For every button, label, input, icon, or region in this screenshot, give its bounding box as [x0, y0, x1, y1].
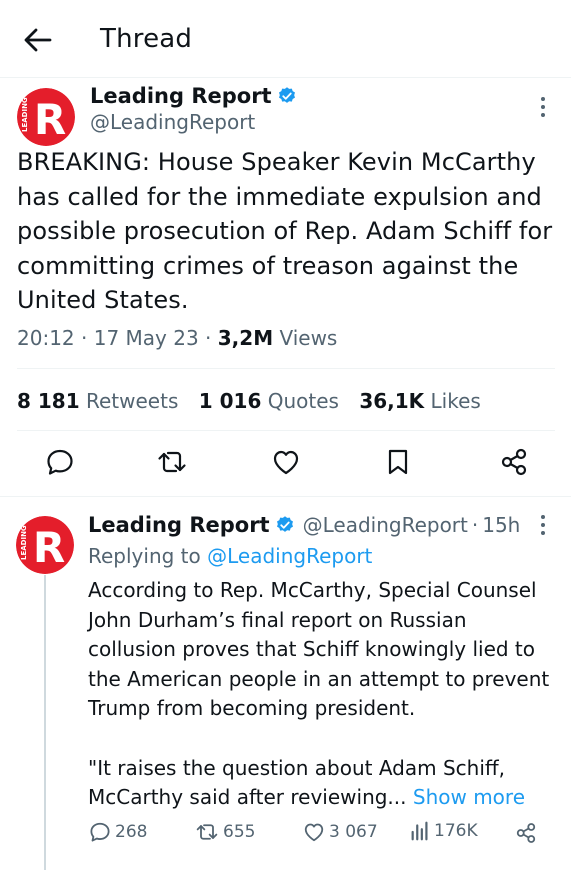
back-arrow-icon[interactable]: [22, 26, 52, 54]
share-icon[interactable]: [498, 446, 530, 478]
retweet-button[interactable]: 655: [194, 820, 255, 844]
views-count: 176K: [434, 821, 478, 841]
reply-age[interactable]: 15h: [482, 513, 520, 537]
views-button[interactable]: 176K: [409, 820, 478, 842]
divider: [17, 368, 555, 369]
replying-to: Replying to @LeadingReport: [88, 544, 372, 568]
verified-badge-icon: [278, 87, 295, 103]
author-name[interactable]: Leading Report: [90, 84, 272, 108]
avatar-letter: R: [34, 95, 66, 144]
reply-author-handle[interactable]: @LeadingReport: [303, 513, 468, 537]
bookmark-icon[interactable]: [382, 446, 414, 478]
thread-header: Thread: [0, 0, 571, 78]
views-count: 3,2M: [217, 326, 274, 350]
avatar-letter: R: [33, 523, 65, 572]
reply-button[interactable]: 268: [88, 820, 147, 844]
show-more-link[interactable]: Show more: [413, 785, 525, 809]
tweet-time[interactable]: 20:12: [17, 326, 75, 350]
like-button[interactable]: 3 067: [302, 820, 378, 844]
avatar[interactable]: R LEADING: [16, 516, 74, 574]
share-icon[interactable]: [514, 821, 538, 845]
avatar-logo-text: LEADING: [20, 525, 28, 560]
author-handle[interactable]: @LeadingReport: [90, 110, 255, 134]
avatar-logo-text: LEADING: [21, 97, 29, 132]
author-row: Leading Report: [90, 84, 297, 108]
verified-badge-icon: [276, 516, 293, 532]
avatar[interactable]: R LEADING: [17, 88, 75, 146]
views-label: Views: [279, 326, 338, 350]
tweet-action-bar: [0, 446, 571, 486]
quotes-label[interactable]: Quotes: [268, 389, 339, 413]
more-vertical-icon[interactable]: [540, 96, 546, 118]
reply-author-row: Leading Report @LeadingReport · 15h: [88, 513, 521, 537]
tweet-date[interactable]: 17 May 23: [94, 326, 199, 350]
like-icon: [304, 823, 324, 842]
tweet-text: BREAKING: House Speaker Kevin McCarthy h…: [17, 148, 553, 314]
reply-icon[interactable]: [44, 446, 76, 478]
likes-label[interactable]: Likes: [431, 389, 481, 413]
retweet-icon[interactable]: [156, 446, 188, 478]
tweet-meta: 20:12 · 17 May 23 · 3,2M Views: [17, 326, 338, 350]
replying-handle-link[interactable]: @LeadingReport: [207, 544, 372, 568]
reply-paragraph: According to Rep. McCarthy, Special Coun…: [88, 578, 550, 720]
reply-paragraph: "It raises the question about Adam Schif…: [88, 754, 558, 813]
reply-count: 268: [115, 822, 148, 842]
engagement-stats: 8 181 Retweets 1 016 Quotes 36,1K Likes: [17, 389, 495, 413]
likes-count[interactable]: 36,1K: [359, 389, 424, 413]
divider: [17, 430, 555, 431]
views-icon: [411, 821, 428, 841]
quotes-count[interactable]: 1 016: [199, 389, 262, 413]
reply-action-bar: 268 655 3 067 176K: [0, 820, 571, 848]
retweet-count: 655: [223, 822, 256, 842]
reply-tweet-text: According to Rep. McCarthy, Special Coun…: [88, 576, 558, 813]
section-divider: [0, 496, 571, 497]
more-vertical-icon[interactable]: [540, 514, 546, 536]
replying-prefix: Replying to: [88, 544, 201, 568]
like-icon[interactable]: [270, 446, 302, 478]
page-title: Thread: [100, 24, 193, 54]
reply-icon: [90, 822, 110, 842]
retweets-count[interactable]: 8 181: [17, 389, 80, 413]
retweet-icon: [196, 824, 218, 840]
retweets-label[interactable]: Retweets: [86, 389, 178, 413]
reply-author-name[interactable]: Leading Report: [88, 513, 270, 537]
like-count: 3 067: [329, 822, 378, 842]
